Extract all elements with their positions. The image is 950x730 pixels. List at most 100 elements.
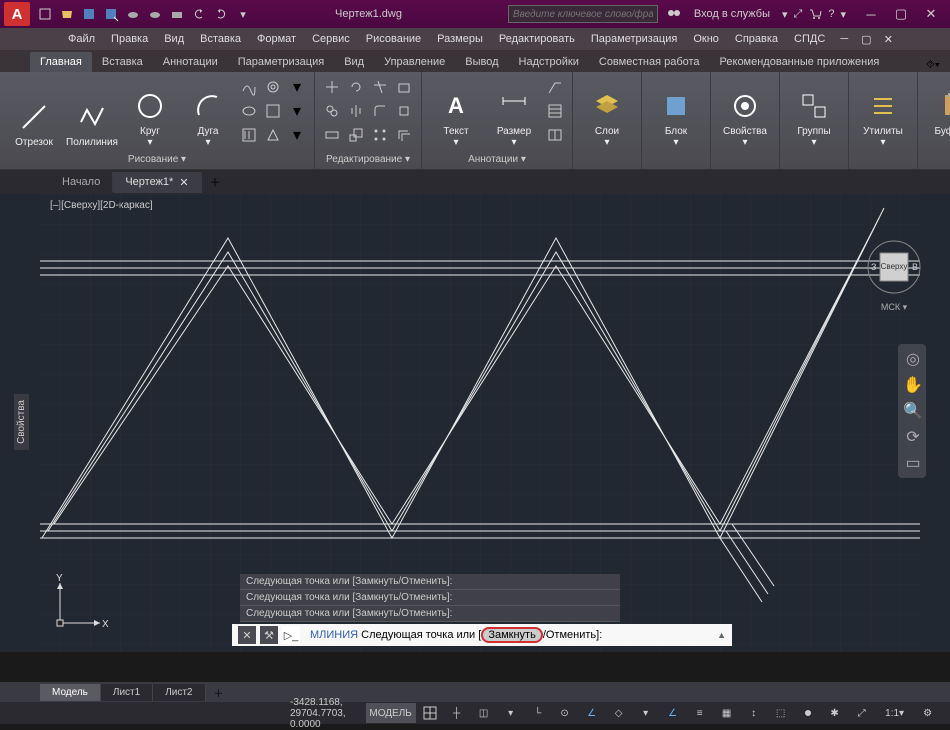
qat-save-icon[interactable] [80, 5, 98, 23]
qat-undo-icon[interactable] [190, 5, 208, 23]
qat-saveas-icon[interactable] [102, 5, 120, 23]
status-iso-icon[interactable]: ∠ [579, 703, 605, 723]
btn-mirror-icon[interactable] [345, 100, 367, 122]
file-tab-add[interactable]: ＋ [202, 170, 229, 194]
qat-cloud-save-icon[interactable] [146, 5, 164, 23]
maximize-button[interactable]: ▢ [886, 2, 916, 26]
btn-trim-icon[interactable] [369, 76, 391, 98]
status-annovis-icon[interactable]: ✱ [822, 703, 848, 723]
ribbon-tab-annotate[interactable]: Аннотации [153, 52, 228, 72]
panel-title-annotation[interactable]: Аннотации ▾ [426, 152, 568, 167]
nav-orbit-icon[interactable]: ⟳ [902, 426, 924, 448]
menu-format[interactable]: Формат [249, 30, 304, 48]
btn-layers[interactable]: Слои▾ [579, 76, 635, 150]
help-icon[interactable]: ? [828, 8, 834, 20]
btn-draw-more-icon[interactable]: ▾ [286, 76, 308, 98]
user-icon[interactable] [666, 5, 682, 24]
menu-modify[interactable]: Редактировать [491, 30, 583, 48]
menu-help[interactable]: Справка [727, 30, 786, 48]
coordinates-display[interactable]: -3428.1168, 29704.7703, 0.0000 [290, 697, 346, 730]
view-cube[interactable]: Сверху З В МСК ▾ [866, 239, 922, 295]
cmd-customize-icon[interactable]: ⚒ [260, 626, 278, 644]
btn-clipboard[interactable]: Буфе…▾ [924, 76, 950, 150]
menu-parametric[interactable]: Параметризация [583, 30, 685, 48]
command-history[interactable]: Следующая точка или [Замкнуть/Отменить]:… [240, 574, 620, 622]
file-tab-start[interactable]: Начало [50, 172, 113, 192]
minimize-button[interactable]: ─ [856, 2, 886, 26]
status-ortho-icon[interactable]: └ [525, 703, 551, 723]
status-grid-icon[interactable] [417, 703, 443, 723]
status-dynamic-icon[interactable]: ▾ [498, 703, 524, 723]
btn-array-icon[interactable] [369, 124, 391, 146]
status-polar-icon[interactable]: ⊙ [552, 703, 578, 723]
login-button[interactable]: Вход в службы [688, 6, 776, 22]
menu-spds[interactable]: СПДС [786, 30, 833, 48]
qat-redo-icon[interactable] [212, 5, 230, 23]
btn-leader-icon[interactable] [544, 76, 566, 98]
ribbon-tab-parametric[interactable]: Параметризация [228, 52, 334, 72]
cart-icon[interactable] [808, 6, 822, 23]
btn-rectangle-icon[interactable] [238, 100, 260, 122]
ribbon-tab-output[interactable]: Вывод [455, 52, 508, 72]
status-quickprops-icon[interactable]: ⬚ [768, 703, 794, 723]
qat-open-icon[interactable] [58, 5, 76, 23]
status-lwt-icon[interactable]: ≡ [687, 703, 713, 723]
btn-polyline[interactable]: Полилиния [64, 76, 120, 150]
wcs-label[interactable]: МСК ▾ [866, 302, 922, 313]
status-osnap-icon[interactable]: ◇ [606, 703, 632, 723]
file-tab-close-icon[interactable]: ✕ [179, 176, 188, 189]
menu-window[interactable]: Окно [685, 30, 727, 48]
btn-circle[interactable]: Круг▾ [122, 76, 178, 150]
menu-draw[interactable]: Рисование [358, 30, 429, 48]
xchange-app-icon[interactable]: ⤢ [794, 8, 803, 21]
layout-tab-sheet1[interactable]: Лист1 [101, 684, 153, 701]
qat-cloud-open-icon[interactable] [124, 5, 142, 23]
menu-dimension[interactable]: Размеры [429, 30, 491, 48]
btn-point-icon[interactable] [262, 124, 284, 146]
qat-new-icon[interactable] [36, 5, 54, 23]
ribbon-tab-view[interactable]: Вид [334, 52, 374, 72]
btn-ellipse-icon[interactable] [262, 76, 284, 98]
status-annotation-icon[interactable]: ▤ [942, 703, 950, 723]
cmd-option-close[interactable]: Замкнуть [481, 627, 542, 643]
doc-minimize-icon[interactable]: ─ [835, 30, 853, 48]
btn-draw-more3-icon[interactable]: ▾ [286, 124, 308, 146]
btn-annot-more-icon[interactable] [544, 124, 566, 146]
status-snap-icon[interactable]: ┼ [444, 703, 470, 723]
drawing-canvas[interactable]: [–][Сверху][2D-каркас] [0, 194, 950, 652]
layout-tab-sheet2[interactable]: Лист2 [153, 684, 205, 701]
menu-view[interactable]: Вид [156, 30, 192, 48]
menu-tools[interactable]: Сервис [304, 30, 358, 48]
btn-draw-more2-icon[interactable]: ▾ [286, 100, 308, 122]
btn-line[interactable]: Отрезок [6, 76, 62, 150]
btn-scale-icon[interactable] [345, 124, 367, 146]
ucs-icon[interactable]: X Y [50, 573, 110, 638]
btn-groups[interactable]: Группы▾ [786, 76, 842, 150]
panel-title-modify[interactable]: Редактирование ▾ [319, 152, 417, 167]
menu-edit[interactable]: Правка [103, 30, 156, 48]
btn-fillet-icon[interactable] [369, 100, 391, 122]
status-autoscale-icon[interactable]: ⤢ [849, 703, 875, 723]
menu-insert[interactable]: Вставка [192, 30, 249, 48]
doc-close-icon[interactable]: ✕ [879, 30, 897, 48]
status-3dosnap-icon[interactable]: ▾ [633, 703, 659, 723]
ribbon-tab-insert[interactable]: Вставка [92, 52, 153, 72]
status-annoscale-icon[interactable] [795, 703, 821, 723]
btn-utilities[interactable]: Утилиты▾ [855, 76, 911, 150]
doc-restore-icon[interactable]: ▢ [857, 30, 875, 48]
btn-block[interactable]: Блок▾ [648, 76, 704, 150]
btn-stretch-icon[interactable] [321, 124, 343, 146]
ribbon-tab-addins[interactable]: Надстройки [509, 52, 589, 72]
btn-dimension[interactable]: Размер▾ [486, 76, 542, 150]
layout-tab-add[interactable]: ＋ [206, 682, 232, 703]
qat-print-icon[interactable] [168, 5, 186, 23]
search-input[interactable] [508, 5, 658, 23]
ribbon-tab-manage[interactable]: Управление [374, 52, 455, 72]
status-transparency-icon[interactable]: ▦ [714, 703, 740, 723]
btn-region-icon[interactable] [238, 124, 260, 146]
btn-move-icon[interactable] [321, 76, 343, 98]
btn-table-icon[interactable] [544, 100, 566, 122]
status-otrack-icon[interactable]: ∠ [660, 703, 686, 723]
ribbon-search-icon[interactable]: ⯑▾ [926, 59, 940, 72]
btn-erase-icon[interactable] [393, 76, 415, 98]
